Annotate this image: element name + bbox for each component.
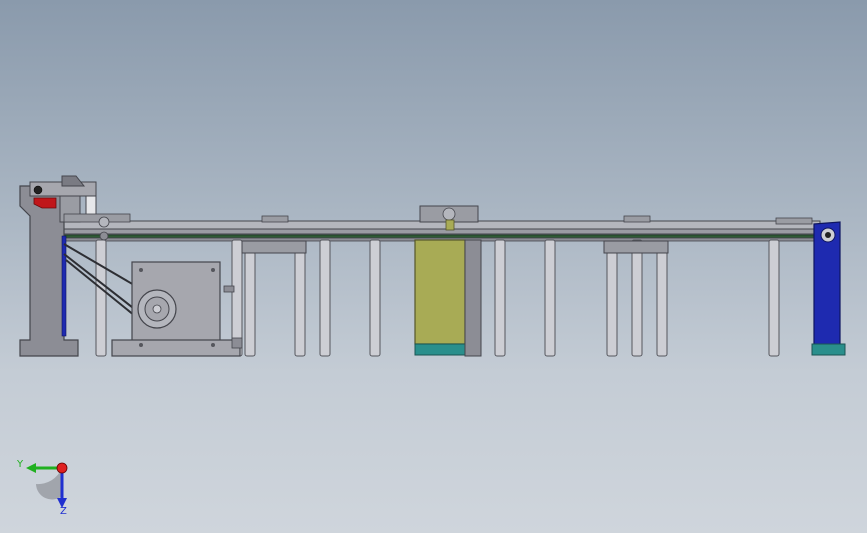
assembly-drawing: Y Z <box>16 175 846 517</box>
leg <box>544 239 556 357</box>
cad-viewport[interactable]: Y Z <box>0 0 867 533</box>
leg <box>494 239 506 357</box>
leg <box>606 251 618 357</box>
leg <box>244 251 256 357</box>
leg <box>294 251 306 357</box>
y-axis-label: Y <box>16 459 24 470</box>
bracket <box>603 240 669 254</box>
leg <box>768 239 780 357</box>
green-strip <box>63 234 821 239</box>
motor-housing <box>111 261 243 357</box>
leg <box>656 251 668 357</box>
leg <box>369 239 381 357</box>
leg <box>319 239 331 357</box>
z-axis-label: Z <box>60 506 67 517</box>
left-head-frame <box>19 175 131 357</box>
axis-triad-icon[interactable]: Y Z <box>16 459 68 517</box>
leg <box>95 239 107 357</box>
leg <box>631 239 643 357</box>
teal-base <box>414 343 466 356</box>
yellow-block <box>414 239 466 345</box>
bracket <box>241 240 307 254</box>
right-end-stand <box>811 221 846 356</box>
